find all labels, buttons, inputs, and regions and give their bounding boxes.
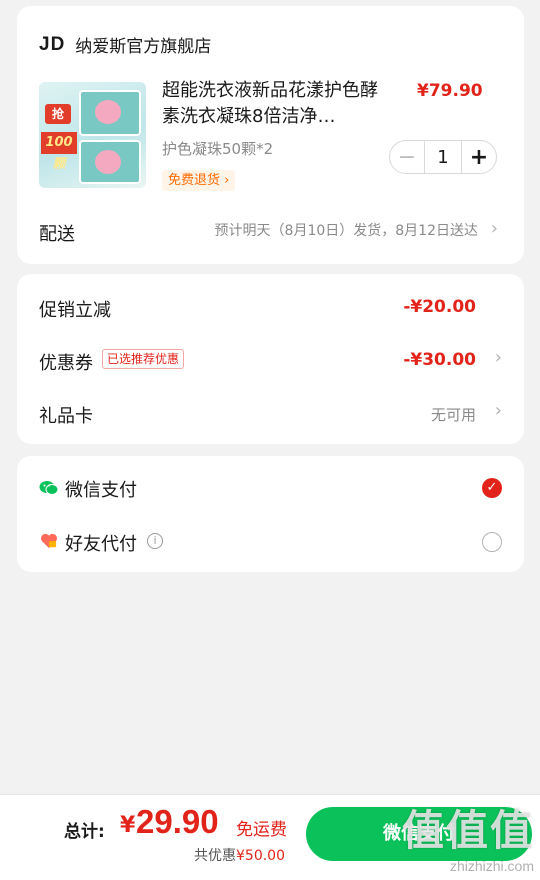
quantity-value[interactable]: 1: [425, 147, 461, 168]
chevron-right-icon[interactable]: ›: [495, 400, 502, 421]
total-label: 总计:: [64, 822, 105, 842]
checkout-bar: 总计: ¥ 29.90 免运费 共优惠¥50.00 微信支付 值值值 zhizh…: [0, 794, 540, 880]
plus-button[interactable]: +: [461, 141, 496, 173]
coupon-tag: 已选推荐优惠: [102, 349, 185, 369]
minus-button[interactable]: −: [390, 141, 425, 173]
product-title[interactable]: 超能洗衣液新品花漾护色酵素洗衣凝珠8倍洁净…: [162, 78, 380, 130]
giftcard-label[interactable]: 礼品卡: [39, 402, 93, 428]
radio-button[interactable]: [482, 532, 502, 552]
thumb-tag: 抢: [45, 104, 71, 124]
coupon-label[interactable]: 优惠券: [39, 349, 93, 375]
thumb-tag: 100颗: [41, 132, 77, 172]
product-spec[interactable]: 护色凝珠50颗*2: [162, 138, 273, 159]
watermark-logo: 值值值: [401, 807, 534, 854]
chevron-right-icon[interactable]: ›: [495, 347, 502, 368]
product-price: ¥79.90: [417, 81, 483, 101]
free-shipping-label: 免运费: [236, 820, 287, 840]
heart-gift-icon: [41, 533, 57, 549]
delivery-label: 配送: [39, 224, 75, 245]
store-name[interactable]: 纳爱斯官方旗舰店: [75, 32, 211, 57]
giftcard-value[interactable]: 无可用: [431, 404, 476, 425]
store-header[interactable]: JD 纳爱斯官方旗舰店: [39, 32, 211, 58]
savings-prefix: 共优惠: [194, 848, 236, 864]
savings-amount: ¥50.00: [236, 848, 285, 864]
info-icon[interactable]: i: [147, 533, 163, 549]
wechat-pay-label: 微信支付: [65, 480, 137, 501]
chevron-right-icon: ›: [224, 173, 230, 188]
chevron-right-icon[interactable]: ›: [491, 218, 498, 239]
delivery-info[interactable]: 预计明天（8月10日）发货，8月12日送达: [215, 220, 478, 240]
quantity-stepper[interactable]: − 1 +: [389, 140, 497, 174]
watermark: 值值值 zhizhizhi.com: [402, 797, 534, 874]
order-item-card: JD 纳爱斯官方旗舰店 抢 100颗 超能洗衣液新品花漾护色酵素洗衣凝珠8倍洁净…: [17, 6, 524, 264]
total-currency: ¥: [120, 813, 136, 838]
pod-image: [95, 100, 121, 124]
selected-check-icon[interactable]: ✓: [482, 478, 502, 498]
pod-image: [95, 150, 121, 174]
free-return-badge[interactable]: 免费退货 ›: [162, 170, 236, 191]
total-amount: 29.90: [136, 803, 219, 840]
promo-discount-value: -¥20.00: [403, 297, 476, 317]
wechat-icon: [39, 481, 59, 495]
discount-card: 促销立减 -¥20.00 优惠券 已选推荐优惠 -¥30.00 › 礼品卡 无可…: [17, 274, 524, 444]
friend-pay-label: 好友代付: [65, 534, 137, 555]
watermark-url: zhizhizhi.com: [449, 858, 534, 874]
product-thumbnail[interactable]: 抢 100颗: [39, 82, 146, 188]
total-savings: 共优惠¥50.00: [194, 845, 285, 865]
jd-logo: JD: [39, 33, 66, 55]
free-return-label: 免费退货: [168, 173, 221, 188]
promo-discount-label: 促销立减: [39, 300, 111, 321]
payment-method-card: 微信支付 ✓ 好友代付 i: [17, 456, 524, 572]
coupon-value[interactable]: -¥30.00: [403, 350, 476, 370]
